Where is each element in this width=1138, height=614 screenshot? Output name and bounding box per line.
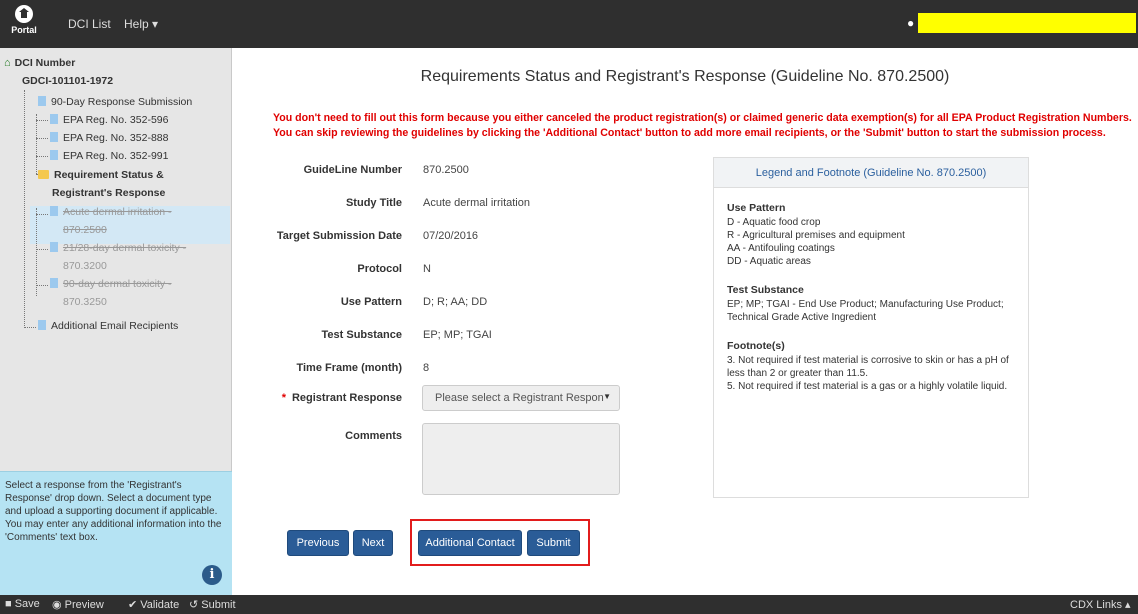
registrant-response-placeholder: Please select a Registrant Respon	[435, 392, 604, 404]
test-substance-heading: Test Substance	[727, 284, 804, 296]
camera-icon: ◉	[52, 599, 62, 611]
tree-item-response-submission[interactable]: 90-Day Response Submission	[38, 96, 192, 108]
user-name-redacted	[918, 13, 1136, 33]
preview-toolbar-button[interactable]: ◉ Preview	[52, 598, 104, 611]
study-title-label: Study Title	[345, 197, 402, 209]
cdx-links-menu[interactable]: CDX Links ▴	[1070, 598, 1131, 611]
tree-item-guideline-870-3200[interactable]: 21/28-day dermal toxicity -	[50, 242, 186, 254]
legend-title: Legend and Footnote (Guideline No. 870.2…	[714, 158, 1028, 188]
additional-contact-button[interactable]: Additional Contact	[418, 530, 522, 556]
file-icon	[50, 278, 58, 288]
submit-button[interactable]: Submit	[527, 530, 580, 556]
tree-item-guideline-870-3250-number[interactable]: 870.3250	[63, 296, 107, 308]
save-icon: ■	[5, 598, 12, 610]
test-substance-item: EP; MP; TGAI - End Use Product; Manufact…	[727, 299, 1004, 323]
tree-dci-id[interactable]: GDCI-101101-1972	[22, 75, 113, 87]
tree-item-additional-email[interactable]: Additional Email Recipients	[38, 320, 178, 332]
footnote-item: 3. Not required if test material is corr…	[727, 355, 1009, 379]
help-text-box: Select a response from the 'Registrant's…	[0, 471, 232, 595]
tree-item-requirement-status[interactable]: Requirement Status &	[38, 169, 164, 181]
info-icon[interactable]: i	[202, 565, 222, 585]
study-title-value: Acute dermal irritation	[423, 197, 530, 209]
guideline-number-label: GuideLine Number	[303, 164, 402, 176]
use-pattern-item: R - Agricultural premises and equipment	[727, 230, 905, 241]
chevron-down-icon: ▼	[603, 392, 611, 401]
file-icon	[50, 206, 58, 216]
tree-item-reg-352-596[interactable]: EPA Reg. No. 352-596	[50, 114, 168, 126]
comments-label: Comments	[345, 430, 402, 442]
nav-help-menu[interactable]: Help ▾	[124, 17, 158, 31]
file-icon	[38, 96, 46, 106]
target-date-label: Target Submission Date	[276, 230, 402, 242]
tree-item-reg-352-888[interactable]: EPA Reg. No. 352-888	[50, 132, 168, 144]
time-frame-value: 8	[423, 362, 430, 374]
validate-toolbar-button[interactable]: ✔ Validate	[128, 598, 179, 611]
footnote-item: 5. Not required if test material is a ga…	[727, 381, 1008, 392]
home-icon: ⌂	[4, 57, 11, 69]
use-pattern-heading: Use Pattern	[727, 202, 786, 214]
file-icon	[50, 114, 58, 124]
save-toolbar-button[interactable]: ■ Save	[5, 598, 40, 610]
file-icon	[50, 150, 58, 160]
protocol-value: N	[423, 263, 431, 275]
guideline-number-value: 870.2500	[423, 164, 469, 176]
required-marker: *	[281, 392, 286, 404]
previous-button[interactable]: Previous	[287, 530, 349, 556]
nav-dci-list[interactable]: DCI List	[68, 17, 111, 31]
submit-toolbar-button[interactable]: ↺ Submit	[189, 598, 236, 611]
warning-message-line1: You don't need to fill out this form bec…	[273, 112, 1132, 124]
portal-logo[interactable]: Portal	[6, 4, 42, 44]
use-pattern-item: DD - Aquatic areas	[727, 256, 811, 267]
help-text: Select a response from the 'Registrant's…	[5, 480, 222, 543]
tree-item-guideline-870-3200-number[interactable]: 870.3200	[63, 260, 107, 272]
file-icon	[50, 242, 58, 252]
legend-panel: Legend and Footnote (Guideline No. 870.2…	[713, 157, 1029, 498]
next-button[interactable]: Next	[353, 530, 393, 556]
legend-body: Use Pattern D - Aquatic food crop R - Ag…	[727, 202, 1023, 393]
sidebar-tree-panel: ⌂ DCI Number GDCI-101101-1972 90-Day Resp…	[0, 48, 232, 595]
logo-text: Portal	[11, 25, 37, 35]
target-date-value: 07/20/2016	[423, 230, 479, 242]
file-icon	[38, 320, 46, 330]
footnotes-heading: Footnote(s)	[727, 340, 785, 352]
tree-item-guideline-870-3250[interactable]: 90-day dermal toxicity -	[50, 278, 172, 290]
protocol-label: Protocol	[357, 263, 402, 275]
external-link-icon: ↺	[189, 599, 199, 611]
user-icon[interactable]: ●	[907, 16, 914, 30]
top-navbar: Portal DCI List Help ▾ ●	[0, 0, 1138, 48]
use-pattern-label: Use Pattern	[340, 296, 402, 308]
test-substance-label: Test Substance	[321, 329, 403, 341]
time-frame-label: Time Frame (month)	[296, 362, 402, 374]
use-pattern-item: AA - Antifouling coatings	[727, 243, 835, 254]
tree-item-guideline-870-2500-number[interactable]: 870.2500	[63, 224, 107, 236]
file-icon	[50, 132, 58, 142]
tree-item-reg-352-991[interactable]: EPA Reg. No. 352-991	[50, 150, 168, 162]
portal-logo-icon	[15, 5, 33, 23]
registrant-response-label: * Registrant Response	[281, 392, 402, 404]
use-pattern-value: D; R; AA; DD	[423, 296, 488, 308]
tree-root-dci-number[interactable]: ⌂ DCI Number	[4, 57, 75, 69]
registrant-response-select[interactable]: Please select a Registrant Respon ▼	[422, 385, 620, 411]
test-substance-value: EP; MP; TGAI	[423, 329, 492, 341]
tree-item-guideline-870-2500[interactable]: Acute dermal irritation -	[50, 206, 172, 218]
use-pattern-item: D - Aquatic food crop	[727, 217, 821, 228]
bottom-toolbar: ■ Save ◉ Preview ✔ Validate ↺ Submit CDX…	[0, 595, 1138, 614]
page-title: Requirements Status and Registrant's Res…	[420, 68, 950, 85]
folder-open-icon	[38, 170, 49, 179]
warning-message-line2: You can skip reviewing the guidelines by…	[273, 127, 1106, 139]
tree-item-requirement-status-line2[interactable]: Registrant's Response	[52, 187, 165, 199]
check-icon: ✔	[128, 599, 138, 611]
comments-textarea[interactable]	[422, 423, 620, 495]
